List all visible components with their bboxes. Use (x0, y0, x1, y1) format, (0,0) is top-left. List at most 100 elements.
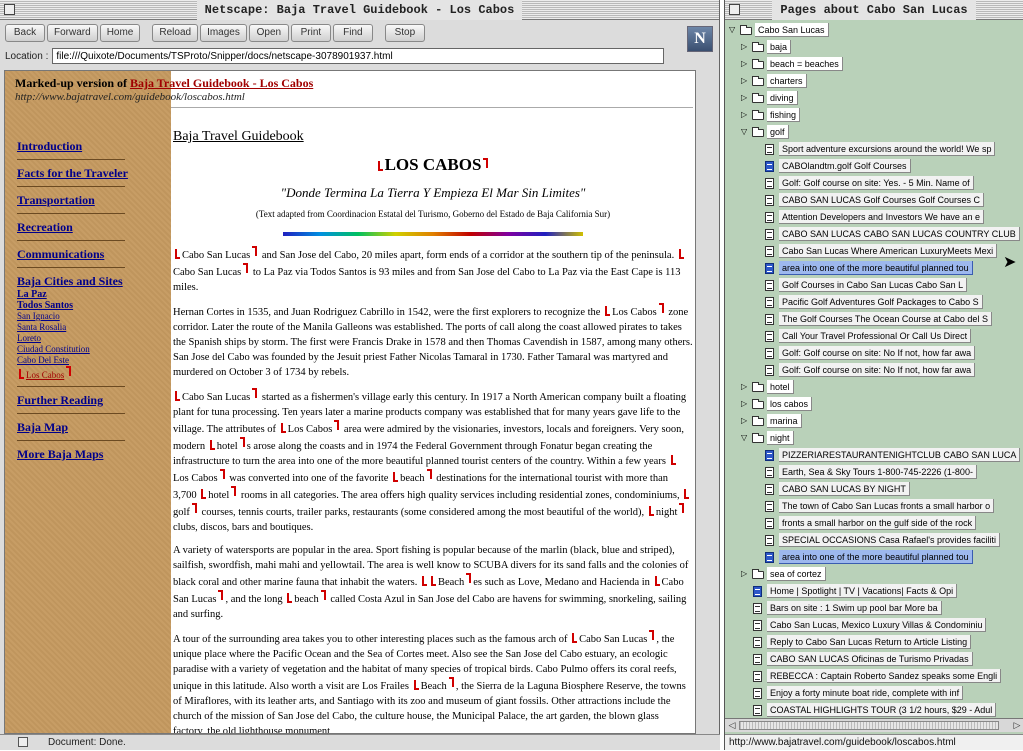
tree-folder-label[interactable]: Cabo San Lucas (755, 23, 829, 37)
tree-page-label[interactable]: Reply to Cabo San Lucas Return to Articl… (767, 635, 972, 649)
tree-page-label[interactable]: REBECCA : Captain Roberto Sandez speaks … (767, 669, 1002, 683)
tree-page[interactable]: area into one of the more beautiful plan… (725, 550, 1023, 564)
scroll-thumb[interactable] (739, 721, 999, 730)
nav-baja-map[interactable]: Baja Map (17, 420, 157, 435)
disclosure-closed-icon[interactable]: ▷ (741, 42, 749, 52)
tree-folder-label[interactable]: fishing (767, 108, 801, 122)
tree-folder[interactable]: ▷ marina (725, 414, 1023, 428)
tree-page[interactable]: CABO SAN LUCAS Golf Courses Golf Courses… (725, 193, 1023, 207)
tree-page[interactable]: The Golf Courses The Ocean Course at Cab… (725, 312, 1023, 326)
tree-folder[interactable]: ▷ hotel (725, 380, 1023, 394)
tree-page-label[interactable]: SPECIAL OCCASIONS Casa Rafael's provides… (779, 533, 1000, 547)
tree-page[interactable]: Pacific Golf Adventures Golf Packages to… (725, 295, 1023, 309)
nav-cities[interactable]: Baja Cities and Sites (17, 274, 157, 289)
nav-city-loreto[interactable]: Loreto (17, 333, 157, 344)
reload-button[interactable]: Reload (152, 24, 199, 42)
tree-page-label[interactable]: CABO SAN LUCAS Oficinas de Turismo Priva… (767, 652, 973, 666)
scroll-right-icon[interactable]: ▷ (1011, 720, 1023, 732)
tree-page-label[interactable]: Attention Developers and Investors We ha… (779, 210, 984, 224)
tree-page[interactable]: Attention Developers and Investors We ha… (725, 210, 1023, 224)
home-button[interactable]: Home (99, 24, 141, 42)
tree-page[interactable]: COASTAL HIGHLIGHTS TOUR (3 1/2 hours, $2… (725, 703, 1023, 717)
tree-page-label[interactable]: Home | Spotlight | TV | Vacations| Facts… (767, 584, 958, 598)
horizontal-scrollbar[interactable]: ◁ ▷ (725, 718, 1023, 732)
page-content[interactable]: Marked-up version of Baja Travel Guidebo… (4, 70, 696, 734)
nav-transportation[interactable]: Transportation (17, 193, 157, 208)
tree-page[interactable]: Golf: Golf course on site: No If not, ho… (725, 363, 1023, 377)
nav-city-la-paz[interactable]: La Paz (17, 289, 157, 300)
nav-city-san-ignacio[interactable]: San Ignacio (17, 311, 157, 322)
tree-page[interactable]: SPECIAL OCCASIONS Casa Rafael's provides… (725, 533, 1023, 547)
tree-page-label[interactable]: Pacific Golf Adventures Golf Packages to… (779, 295, 983, 309)
disclosure-closed-icon[interactable]: ▷ (741, 399, 749, 409)
tree-folder[interactable]: ▽ night (725, 431, 1023, 445)
nav-city-ciudad-constitution[interactable]: Ciudad Constitution (17, 344, 157, 355)
netscape-logo-icon[interactable]: N (687, 26, 713, 52)
tree-page[interactable]: Golf: Golf course on site: No If not, ho… (725, 346, 1023, 360)
browser-titlebar[interactable]: Netscape: Baja Travel Guidebook - Los Ca… (0, 0, 719, 20)
disclosure-closed-icon[interactable]: ▷ (741, 59, 749, 69)
tree-page[interactable]: CABOlandtm.golf Golf Courses (725, 159, 1023, 173)
tree-page[interactable]: Earth, Sea & Sky Tours 1-800-745-2226 (1… (725, 465, 1023, 479)
nav-further-reading[interactable]: Further Reading (17, 393, 157, 408)
nav-facts[interactable]: Facts for the Traveler (17, 166, 157, 181)
tree-page[interactable]: Home | Spotlight | TV | Vacations| Facts… (725, 584, 1023, 598)
disclosure-open-icon[interactable]: ▽ (741, 127, 749, 137)
find-button[interactable]: Find (332, 24, 373, 42)
scroll-left-icon[interactable]: ◁ (726, 720, 738, 732)
close-box-icon[interactable] (729, 4, 740, 15)
disclosure-closed-icon[interactable]: ▷ (741, 569, 749, 579)
tree-page-label[interactable]: area into one of the more beautiful plan… (779, 261, 973, 275)
tree-page-label[interactable]: Bars on site : 1 Swim up pool bar More b… (767, 601, 942, 615)
tree-page[interactable]: Reply to Cabo San Lucas Return to Articl… (725, 635, 1023, 649)
disclosure-closed-icon[interactable]: ▷ (741, 416, 749, 426)
location-input[interactable] (52, 48, 665, 64)
tree-page-label[interactable]: Enjoy a forty minute boat ride, complete… (767, 686, 964, 700)
tree-page-label[interactable]: PIZZERIARESTAURANTENIGHTCLUB CABO SAN LU… (779, 448, 1021, 462)
tree-page[interactable]: PIZZERIARESTAURANTENIGHTCLUB CABO SAN LU… (725, 448, 1023, 462)
tree-page-label[interactable]: Golf Courses in Cabo San Lucas Cabo San … (779, 278, 968, 292)
tree-page-label[interactable]: The town of Cabo San Lucas fronts a smal… (779, 499, 995, 513)
tree-page-label[interactable]: Golf: Golf course on site: Yes. - 5 Min.… (779, 176, 974, 190)
disclosure-open-icon[interactable]: ▽ (741, 433, 749, 443)
tree-page[interactable]: CABO SAN LUCAS BY NIGHT (725, 482, 1023, 496)
tree-page[interactable]: The town of Cabo San Lucas fronts a smal… (725, 499, 1023, 513)
nav-city-cabo-del-este[interactable]: Cabo Del Este (17, 355, 157, 366)
tree-page[interactable]: Golf Courses in Cabo San Lucas Cabo San … (725, 278, 1023, 292)
tree-folder[interactable]: ▽ golf (725, 125, 1023, 139)
disclosure-closed-icon[interactable]: ▷ (741, 93, 749, 103)
disclosure-open-icon[interactable]: ▽ (729, 25, 737, 35)
stop-button[interactable]: Stop (384, 24, 425, 42)
tree-page[interactable]: Golf: Golf course on site: Yes. - 5 Min.… (725, 176, 1023, 190)
marked-up-link[interactable]: Baja Travel Guidebook - Los Cabos (130, 76, 313, 90)
tree-folder[interactable]: ▷ fishing (725, 108, 1023, 122)
nav-introduction[interactable]: Introduction (17, 139, 157, 154)
tree-page-label[interactable]: Call Your Travel Professional Or Call Us… (779, 329, 972, 343)
back-button[interactable]: Back (5, 24, 45, 42)
tree-folder-label[interactable]: baja (767, 40, 792, 54)
tree-folder[interactable]: ▷ sea of cortez (725, 567, 1023, 581)
tree-page-label[interactable]: Sport adventure excursions around the wo… (779, 142, 996, 156)
tree-titlebar[interactable]: Pages about Cabo San Lucas (725, 0, 1023, 20)
tree-page[interactable]: REBECCA : Captain Roberto Sandez speaks … (725, 669, 1023, 683)
security-lock-icon[interactable] (18, 737, 28, 747)
open-button[interactable]: Open (248, 24, 289, 42)
tree-page[interactable]: area into one of the more beautiful plan… (725, 261, 1023, 275)
tree-folder[interactable]: ▷ beach = beaches (725, 57, 1023, 71)
tree-folder[interactable]: ▷ diving (725, 91, 1023, 105)
tree-page-label[interactable]: Golf: Golf course on site: No If not, ho… (779, 363, 976, 377)
tree-page-label[interactable]: fronts a small harbor on the gulf side o… (779, 516, 977, 530)
tree-folder-label[interactable]: beach = beaches (767, 57, 843, 71)
tree-folder-label[interactable]: marina (767, 414, 802, 428)
tree-page-label[interactable]: CABO SAN LUCAS BY NIGHT (779, 482, 910, 496)
tree-page[interactable]: Bars on site : 1 Swim up pool bar More b… (725, 601, 1023, 615)
tree-page[interactable]: fronts a small harbor on the gulf side o… (725, 516, 1023, 530)
nav-more-baja-maps[interactable]: More Baja Maps (17, 447, 157, 462)
nav-city-los-cabos[interactable]: Los Cabos (17, 366, 157, 381)
tree-page-label[interactable]: The Golf Courses The Ocean Course at Cab… (779, 312, 992, 326)
tree-page-label[interactable]: Golf: Golf course on site: No If not, ho… (779, 346, 976, 360)
tree-page-label[interactable]: Cabo San Lucas, Mexico Luxury Villas & C… (767, 618, 987, 632)
tree-folder-label[interactable]: sea of cortez (767, 567, 826, 581)
tree-folder-label[interactable]: charters (767, 74, 807, 88)
tree-folder-label[interactable]: diving (767, 91, 798, 105)
